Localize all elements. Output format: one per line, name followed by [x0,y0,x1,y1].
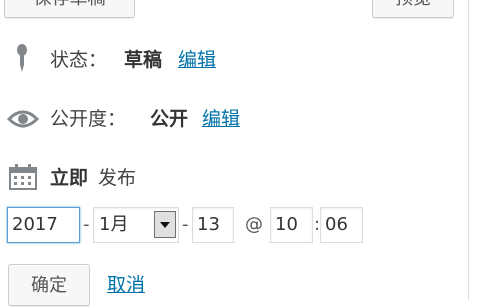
visibility-label: 公开度： [50,108,127,130]
publish-emphasis: 立即 [50,167,89,189]
month-select[interactable]: 1月 [93,207,179,243]
year-input[interactable]: 2017 [7,207,80,243]
month-select-value: 1月 [99,214,129,235]
publish-label: 发布 [98,167,137,189]
save-draft-button[interactable]: 保存草稿 [4,0,135,18]
date-separator: - [83,214,90,235]
status-label: 状态： [50,49,108,71]
at-separator: @ [245,214,263,235]
eye-icon [6,107,40,140]
date-separator: - [182,214,189,235]
status-edit-link[interactable]: 编辑 [178,45,216,75]
pin-icon [10,43,34,84]
day-input[interactable]: 13 [192,207,234,243]
minute-input[interactable]: 06 [320,207,363,243]
visibility-edit-link[interactable]: 编辑 [202,104,240,134]
preview-button[interactable]: 预览 [372,0,454,18]
hour-input[interactable]: 10 [270,207,313,243]
calendar-icon [9,164,37,199]
panel-border [468,0,469,300]
cancel-link[interactable]: 取消 [107,270,145,300]
visibility-value: 公开 [150,108,189,130]
chevron-down-icon[interactable] [154,211,176,238]
status-value: 草稿 [124,49,163,71]
